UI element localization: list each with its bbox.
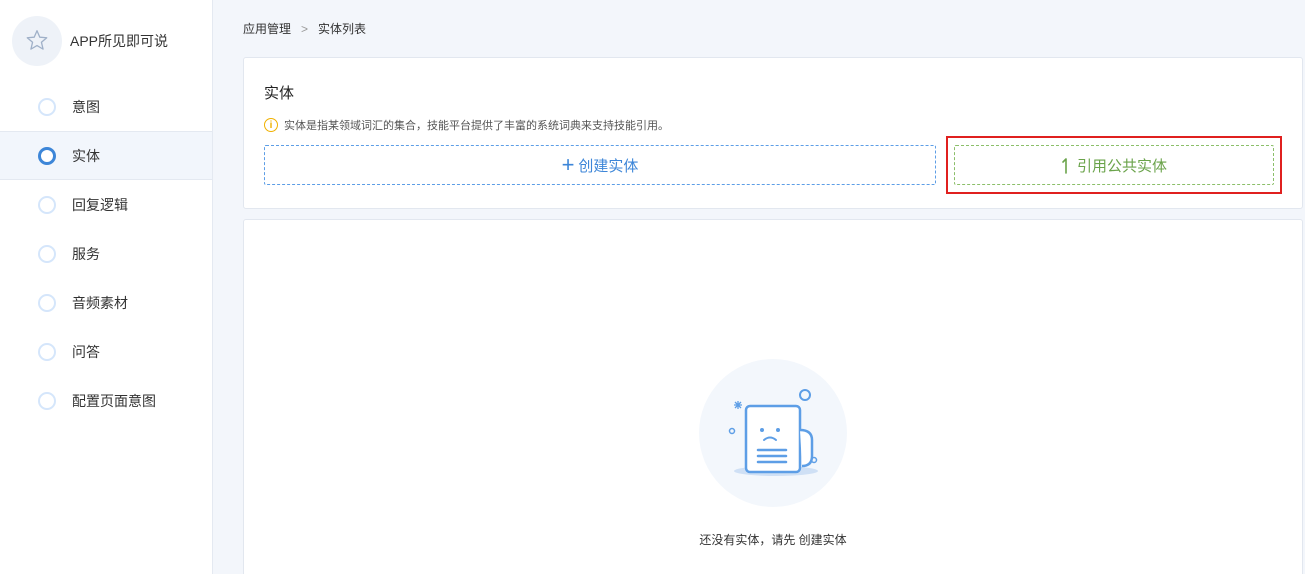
circle-icon [38,342,56,361]
breadcrumb-separator: > [301,21,309,36]
main-content: 应用管理 > 实体列表 实体 i 实体是指某领域词汇的集合，技能平台提供了丰富的… [213,0,1305,574]
reference-arrow-icon [1062,158,1067,174]
breadcrumb-parent[interactable]: 应用管理 [243,20,291,37]
app-window: APP所见即可说 意图 实体 回复逻辑 服务 音频素材 问答 配置页面意图 应用… [0,0,1305,574]
empty-document-icon [699,359,847,507]
circle-icon [38,97,56,116]
circle-icon [38,195,56,214]
sidebar-item-label: 配置页面意图 [72,392,156,409]
create-entity-label: 创建实体 [578,157,639,175]
app-name: APP所见即可说 [70,33,169,49]
sidebar-item-reply-logic[interactable]: 回复逻辑 [0,180,212,229]
circle-icon [38,244,56,263]
highlight-box: 引用公共实体 [946,136,1282,194]
reference-public-entity-label: 引用公共实体 [1076,157,1167,175]
sidebar-item-service[interactable]: 服务 [0,229,212,278]
sidebar-item-label: 回复逻辑 [72,196,128,213]
empty-illustration [698,358,848,513]
info-icon: i [264,118,278,132]
star-icon [26,30,48,50]
sidebar-item-entity[interactable]: 实体 [0,131,212,180]
sidebar-item-label: 服务 [72,245,100,262]
reference-public-entity-button[interactable]: 引用公共实体 [954,145,1274,185]
panel-title: 实体 [264,85,295,102]
sidebar-item-audio[interactable]: 音频素材 [0,278,212,327]
sidebar-item-label: 实体 [72,147,100,164]
empty-state-text: 还没有实体，请先 创建实体 [699,533,847,547]
sidebar: APP所见即可说 意图 实体 回复逻辑 服务 音频素材 问答 配置页面意图 [0,0,213,574]
plus-icon: + [561,152,575,177]
sidebar-item-label: 意图 [72,98,100,115]
create-entity-button[interactable]: + 创建实体 [264,145,936,185]
sidebar-item-qa[interactable]: 问答 [0,327,212,376]
entity-panel: 实体 i 实体是指某领域词汇的集合，技能平台提供了丰富的系统词典来支持技能引用。… [243,57,1303,209]
entity-list-panel: 还没有实体，请先 创建实体 [243,219,1303,574]
tip-text: 实体是指某领域词汇的集合，技能平台提供了丰富的系统词典来支持技能引用。 [284,120,669,132]
sidebar-item-page-intent[interactable]: 配置页面意图 [0,376,212,425]
circle-icon [38,146,56,165]
action-row: + 创建实体 引用公共实体 [264,136,1282,194]
circle-icon [38,293,56,312]
sidebar-item-intent[interactable]: 意图 [0,82,212,131]
app-header: APP所见即可说 [0,0,212,82]
breadcrumb-current: 实体列表 [318,22,367,36]
sidebar-item-label: 音频素材 [72,294,128,311]
info-tip: i 实体是指某领域词汇的集合，技能平台提供了丰富的系统词典来支持技能引用。 [264,117,1282,133]
app-logo [12,16,62,66]
circle-icon [38,391,56,410]
sidebar-item-label: 问答 [72,343,100,360]
breadcrumb: 应用管理 > 实体列表 [243,0,1303,57]
